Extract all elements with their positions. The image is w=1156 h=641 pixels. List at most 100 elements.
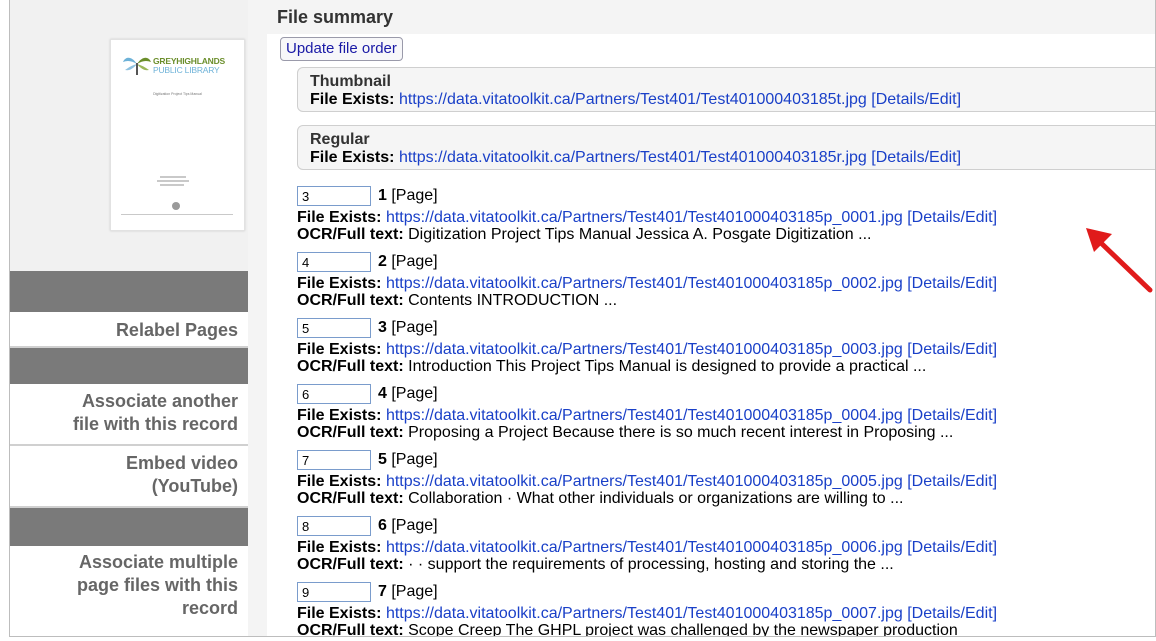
page-order-input[interactable] <box>297 186 371 206</box>
page-type: [Page] <box>391 319 438 336</box>
page-entry: 1 [Page]File Exists: https://data.vitato… <box>297 186 1155 243</box>
logo-line-2: PUBLIC LIBRARY <box>153 65 220 75</box>
ocr-label: OCR/Full text: <box>297 622 404 637</box>
thumbnail-text-line <box>121 214 233 215</box>
page-header: 1 [Page] <box>297 186 1155 209</box>
library-logo-text: GREYHIGHLANDS PUBLIC LIBRARY <box>153 57 225 75</box>
associate-multiple-line-1: Associate multiple <box>78 552 238 572</box>
page-header: 4 [Page] <box>297 384 1155 407</box>
ocr-label: OCR/Full text: <box>297 226 404 243</box>
page-file-line: File Exists: https://data.vitatoolkit.ca… <box>297 275 1155 292</box>
page-url-link[interactable]: https://data.vitatoolkit.ca/Partners/Tes… <box>386 209 903 226</box>
thumbnail-text-line <box>157 180 189 182</box>
page-header: 7 [Page] <box>297 582 1155 605</box>
page-order-input[interactable] <box>297 318 371 338</box>
page-entry: 6 [Page]File Exists: https://data.vitato… <box>297 516 1155 573</box>
page-details-edit-link[interactable]: [Details/Edit] <box>907 539 997 556</box>
regular-details-edit-link[interactable]: [Details/Edit] <box>871 149 961 166</box>
page-header: 2 [Page] <box>297 252 1155 275</box>
page-order-input[interactable] <box>297 384 371 404</box>
file-summary-panel: File summary Update file order Thumbnail… <box>248 0 1155 637</box>
regular-file-box: Regular File Exists: https://data.vitato… <box>297 125 1155 170</box>
ocr-text: Proposing a Project Because there is so … <box>408 424 954 441</box>
thumbnail-details-edit-link[interactable]: [Details/Edit] <box>871 91 961 108</box>
page-type: [Page] <box>391 583 438 600</box>
page-url-link[interactable]: https://data.vitatoolkit.ca/Partners/Tes… <box>386 407 903 424</box>
page-ocr-line: OCR/Full text: Contents INTRODUCTION ... <box>297 292 1155 309</box>
page-details-edit-link[interactable]: [Details/Edit] <box>907 473 997 490</box>
page-header: 5 [Page] <box>297 450 1155 473</box>
page-number: 4 <box>378 385 387 402</box>
ocr-text: · · support the requirements of processi… <box>408 556 894 573</box>
page-number: 3 <box>378 319 387 336</box>
sidebar: GREYHIGHLANDS PUBLIC LIBRARY Digitizatio… <box>10 0 248 636</box>
associate-another-file-button[interactable]: Associate another file with this record <box>10 384 248 446</box>
page-url-link[interactable]: https://data.vitatoolkit.ca/Partners/Tes… <box>386 605 903 622</box>
regular-heading: Regular <box>310 131 370 148</box>
associate-multiple-files-button[interactable]: Associate multiple page files with this … <box>10 546 248 636</box>
update-file-order-button[interactable]: Update file order <box>280 37 403 61</box>
page-details-edit-link[interactable]: [Details/Edit] <box>907 407 997 424</box>
page-order-input[interactable] <box>297 582 371 602</box>
page-ocr-line: OCR/Full text: Scope Creep The GHPL proj… <box>297 622 1155 637</box>
associate-another-line-1: Associate another <box>81 391 238 411</box>
page-number: 7 <box>378 583 387 600</box>
page-url-link[interactable]: https://data.vitatoolkit.ca/Partners/Tes… <box>386 275 903 292</box>
file-exists-label: File Exists: <box>297 605 382 622</box>
ocr-text: Digitization Project Tips Manual Jessica… <box>408 226 872 243</box>
page-file-line: File Exists: https://data.vitatoolkit.ca… <box>297 341 1155 358</box>
page-ocr-line: OCR/Full text: Collaboration · What othe… <box>297 490 1155 507</box>
ocr-label: OCR/Full text: <box>297 556 404 573</box>
ocr-label: OCR/Full text: <box>297 490 404 507</box>
page-type: [Page] <box>391 253 438 270</box>
page-url-link[interactable]: https://data.vitatoolkit.ca/Partners/Tes… <box>386 539 903 556</box>
file-exists-label: File Exists: <box>310 91 395 108</box>
page-details-edit-link[interactable]: [Details/Edit] <box>907 275 997 292</box>
file-exists-label: File Exists: <box>297 275 382 292</box>
embed-video-line-1: Embed video <box>125 453 238 473</box>
thumbnail-file-box: Thumbnail File Exists: https://data.vita… <box>297 67 1155 112</box>
file-exists-label: File Exists: <box>310 149 395 166</box>
thumbnail-text-line <box>160 184 184 186</box>
page-url-link[interactable]: https://data.vitatoolkit.ca/Partners/Tes… <box>386 473 903 490</box>
sidebar-divider <box>10 348 248 384</box>
page-entry: 4 [Page]File Exists: https://data.vitato… <box>297 384 1155 441</box>
page-number: 6 <box>378 517 387 534</box>
page-details-edit-link[interactable]: [Details/Edit] <box>907 605 997 622</box>
page-file-line: File Exists: https://data.vitatoolkit.ca… <box>297 605 1155 622</box>
thumbnail-file-line: File Exists: https://data.vitatoolkit.ca… <box>310 91 1155 108</box>
library-logo-icon <box>123 57 151 75</box>
page-order-input[interactable] <box>297 252 371 272</box>
file-exists-label: File Exists: <box>297 539 382 556</box>
page-url-link[interactable]: https://data.vitatoolkit.ca/Partners/Tes… <box>386 341 903 358</box>
ocr-label: OCR/Full text: <box>297 292 404 309</box>
embed-video-line-2: (YouTube) <box>151 476 238 496</box>
page-details-edit-link[interactable]: [Details/Edit] <box>907 209 997 226</box>
page-ocr-line: OCR/Full text: Introduction This Project… <box>297 358 1155 375</box>
regular-file-line: File Exists: https://data.vitatoolkit.ca… <box>310 149 1155 166</box>
ocr-label: OCR/Full text: <box>297 424 404 441</box>
page-ocr-line: OCR/Full text: · · support the requireme… <box>297 556 1155 573</box>
relabel-pages-button[interactable]: Relabel Pages <box>10 312 248 348</box>
page-number: 2 <box>378 253 387 270</box>
page-details-edit-link[interactable]: [Details/Edit] <box>907 341 997 358</box>
embed-video-button[interactable]: Embed video (YouTube) <box>10 446 248 508</box>
record-thumbnail[interactable]: GREYHIGHLANDS PUBLIC LIBRARY Digitizatio… <box>110 39 245 231</box>
ocr-text: Contents INTRODUCTION ... <box>408 292 618 309</box>
ocr-label: OCR/Full text: <box>297 358 404 375</box>
page-file-line: File Exists: https://data.vitatoolkit.ca… <box>297 209 1155 226</box>
page-entry: 2 [Page]File Exists: https://data.vitato… <box>297 252 1155 309</box>
page-order-input[interactable] <box>297 450 371 470</box>
red-arrow-annotation-icon <box>1086 228 1153 293</box>
page-entry: 3 [Page] File Exists: https://data.vitato… <box>297 318 1155 375</box>
page-order-input[interactable] <box>297 516 371 536</box>
thumbnail-seal-icon <box>172 202 180 210</box>
page-type: [Page] <box>391 517 438 534</box>
page-header: 6 [Page] <box>297 516 1155 539</box>
file-summary-content: Update file order Thumbnail File Exists:… <box>267 34 1155 637</box>
thumbnail-url-link[interactable]: https://data.vitatoolkit.ca/Partners/Tes… <box>399 91 867 108</box>
page-file-line: File Exists: https://data.vitatoolkit.ca… <box>297 473 1155 490</box>
ocr-text: Collaboration · What other individuals o… <box>408 490 904 507</box>
file-summary-title: File summary <box>277 7 394 27</box>
regular-url-link[interactable]: https://data.vitatoolkit.ca/Partners/Tes… <box>399 149 867 166</box>
